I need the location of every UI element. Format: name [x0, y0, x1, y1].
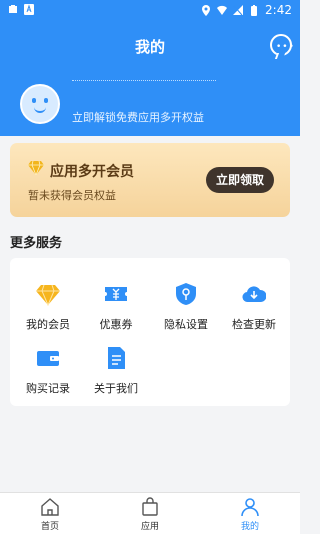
- service-label: 检查更新: [232, 318, 276, 331]
- avatar-eye: [32, 98, 36, 103]
- nav-label: 应用: [140, 522, 159, 532]
- service-my-membership[interactable]: 我的会员: [18, 278, 78, 334]
- decorative-divider: [72, 80, 216, 81]
- nav-home[interactable]: 首页: [20, 497, 80, 533]
- home-icon: [41, 498, 59, 516]
- diamond-icon: [36, 284, 60, 306]
- avatar-mouth: [34, 106, 46, 113]
- status-time: 2:42: [265, 3, 292, 17]
- battery-icon: [251, 4, 258, 16]
- cloud-download-icon: [242, 286, 266, 303]
- claim-button[interactable]: 立即领取: [206, 167, 274, 193]
- avatar-eye: [44, 98, 48, 103]
- service-check-update[interactable]: 检查更新: [224, 278, 284, 334]
- service-purchase-history[interactable]: 购买记录: [18, 342, 78, 398]
- location-icon: [202, 4, 211, 16]
- wifi-icon: [217, 5, 228, 15]
- section-title-more-services: 更多服务: [10, 236, 63, 251]
- coupon-icon: [105, 287, 127, 301]
- bag-icon: [142, 497, 158, 516]
- status-bar: 2:42: [0, 0, 300, 20]
- service-about-us[interactable]: 关于我们: [86, 342, 146, 398]
- nav-label: 我的: [240, 522, 259, 532]
- document-icon: [108, 347, 125, 369]
- message-button[interactable]: •••: [270, 34, 295, 56]
- user-icon: [241, 498, 259, 517]
- diamond-icon: [28, 161, 44, 175]
- service-label: 隐私设置: [164, 318, 208, 331]
- wallet-icon: [37, 351, 59, 366]
- service-coupons[interactable]: 优惠券: [86, 278, 146, 334]
- notification-icon: [9, 5, 17, 13]
- service-privacy-settings[interactable]: 隐私设置: [156, 278, 216, 334]
- avatar[interactable]: [20, 84, 60, 124]
- vip-membership-card[interactable]: 应用多开会员 暂未获得会员权益 立即领取: [10, 143, 290, 217]
- service-label: 我的会员: [26, 318, 70, 331]
- privacy-shield-icon: [176, 283, 196, 305]
- no-signal-icon: [233, 4, 244, 15]
- profile-header: 我的 ••• 立即解锁免费应用多开权益: [0, 20, 300, 136]
- page-title: 我的: [134, 38, 165, 56]
- service-label: 优惠券: [99, 318, 133, 331]
- chat-bubble-icon: •••: [276, 42, 295, 52]
- unlock-benefits-text[interactable]: 立即解锁免费应用多开权益: [72, 109, 204, 125]
- nav-label: 首页: [40, 522, 59, 532]
- status-left: [8, 4, 34, 15]
- vip-title: 应用多开会员: [50, 164, 134, 180]
- service-label: 购买记录: [26, 382, 70, 395]
- vip-description: 暂未获得会员权益: [28, 189, 116, 202]
- service-label: 关于我们: [94, 382, 138, 395]
- status-right: 2:42: [201, 3, 292, 17]
- services-grid: 我的会员 优惠券 隐私设置 检查更新 购买记录 关于我们: [10, 258, 290, 406]
- app-a-icon: [24, 4, 34, 15]
- nav-me[interactable]: 我的: [220, 497, 280, 533]
- bottom-navigation: 首页 应用 我的: [0, 492, 300, 534]
- nav-apps[interactable]: 应用: [120, 497, 180, 533]
